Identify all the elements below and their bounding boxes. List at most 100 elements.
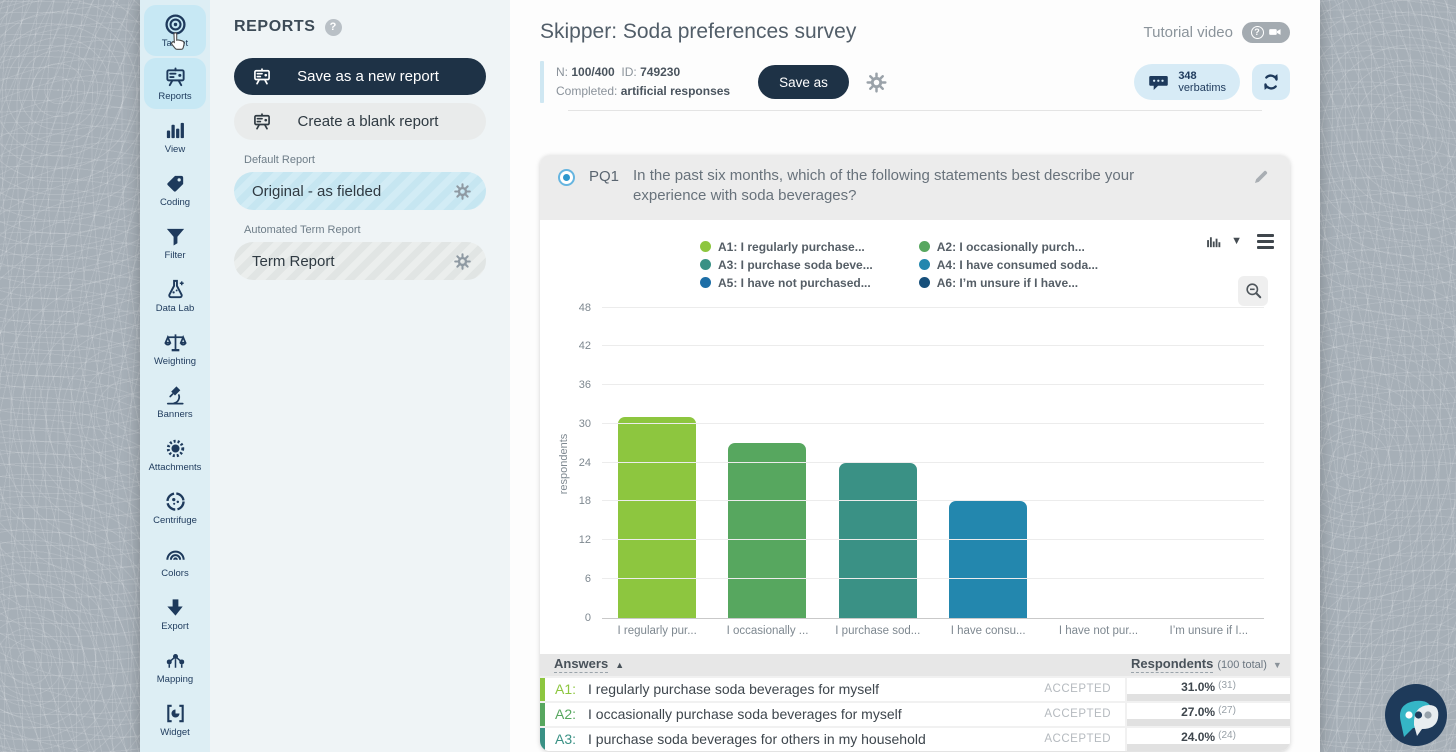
presentation-board-icon — [252, 67, 272, 87]
legend-dot — [700, 277, 711, 288]
legend-dot — [919, 241, 930, 252]
answer-text: I occasionally purchase soda beverages f… — [583, 703, 1044, 726]
legend-item[interactable]: A5: I have not purchased... — [700, 276, 873, 290]
y-axis-label: respondents — [558, 424, 570, 504]
y-axis-tick: 18 — [579, 495, 591, 507]
help-icon[interactable]: ? — [325, 19, 342, 36]
respondents-total: (100 total) — [1217, 659, 1267, 671]
sidebar-item-data-lab[interactable]: Data Lab — [144, 270, 206, 321]
refresh-button[interactable] — [1252, 64, 1290, 100]
sidebar-item-widget[interactable]: Widget — [144, 694, 206, 745]
chart-legend: A1: I regularly purchase... A2: I occasio… — [700, 240, 1098, 290]
gear-icon[interactable] — [865, 71, 888, 94]
legend-dot — [700, 259, 711, 270]
legend-item[interactable]: A2: I occasionally purch... — [919, 240, 1098, 254]
attachments-icon — [164, 437, 187, 460]
answer-text: I purchase soda beverages for others in … — [583, 728, 1044, 751]
icon-sidebar: Target ReportsView Coding FilterData LabWei… — [140, 0, 210, 752]
sidebar-item-target[interactable]: Target — [144, 5, 206, 56]
answers-table-body: A1:I regularly purchase soda beverages f… — [540, 676, 1290, 751]
legend-item[interactable]: A1: I regularly purchase... — [700, 240, 873, 254]
bar-1[interactable] — [618, 417, 696, 617]
sidebar-item-export[interactable]: Export — [144, 588, 206, 639]
x-axis-label: I’m unsure if I... — [1154, 625, 1264, 637]
sidebar-item-filter[interactable]: Filter — [144, 217, 206, 268]
sidebar-item-label: Coding — [160, 197, 190, 208]
verbatims-button[interactable]: 348 verbatims — [1134, 64, 1240, 100]
report-item-original[interactable]: Original - as fielded — [234, 172, 486, 210]
create-blank-report-label: Create a blank report — [288, 113, 448, 130]
gear-icon[interactable] — [453, 252, 472, 271]
sidebar-item-attachments[interactable]: Attachments — [144, 429, 206, 480]
bar-slot — [712, 308, 822, 618]
bar-2[interactable] — [728, 443, 806, 617]
widget-icon — [164, 702, 187, 725]
n-value: 100/400 — [571, 65, 614, 79]
save-as-button[interactable]: Save as — [758, 65, 849, 99]
sidebar-item-label: Target — [162, 38, 188, 49]
view-icon — [164, 119, 187, 142]
tutorial-video-label: Tutorial video — [1144, 24, 1234, 41]
answer-code: A3: — [545, 728, 583, 751]
respondents-column-header[interactable]: Respondents — [1131, 656, 1213, 673]
coding-icon — [164, 172, 187, 195]
edit-pencil-icon[interactable] — [1252, 168, 1270, 186]
respondents-cell: 24.0%(24) — [1125, 728, 1290, 751]
sidebar-item-weighting[interactable]: Weighting — [144, 323, 206, 374]
save-as-new-report-button[interactable]: Save as a new report — [234, 58, 486, 95]
gridline — [602, 345, 1264, 346]
id-label: ID: — [621, 65, 636, 79]
sidebar-item-colors[interactable]: Colors — [144, 535, 206, 586]
respondents-percent: 24.0% — [1181, 730, 1215, 744]
gridline — [602, 307, 1264, 308]
report-item-term-report[interactable]: Term Report — [234, 242, 486, 280]
bar-3[interactable] — [839, 463, 917, 618]
sidebar-item-centrifuge[interactable]: Centrifuge — [144, 482, 206, 533]
report-item-term-report-label: Term Report — [252, 253, 335, 270]
y-axis-tick: 12 — [579, 534, 591, 546]
x-axis-labels: I regularly pur...I occasionally ...I pu… — [602, 625, 1264, 637]
sort-asc-icon[interactable]: ▲ — [615, 660, 624, 670]
tutorial-video-link[interactable]: Tutorial video ? — [1144, 22, 1291, 43]
bars-container — [602, 308, 1264, 618]
table-row[interactable]: A1:I regularly purchase soda beverages f… — [540, 676, 1290, 701]
answer-status: ACCEPTED — [1044, 678, 1125, 701]
export-icon — [164, 596, 187, 619]
legend-label: A5: I have not purchased... — [718, 276, 871, 290]
respondents-count: (27) — [1218, 705, 1236, 716]
legend-item[interactable]: A4: I have consumed soda... — [919, 258, 1098, 272]
save-as-new-report-label: Save as a new report — [288, 68, 448, 85]
gear-icon[interactable] — [453, 182, 472, 201]
respondents-count: (24) — [1218, 730, 1236, 741]
chart-type-icon[interactable] — [1205, 233, 1222, 250]
answers-column-header[interactable]: Answers — [554, 656, 608, 673]
legend-label: A3: I purchase soda beve... — [718, 258, 873, 272]
sidebar-item-view[interactable]: View — [144, 111, 206, 162]
create-blank-report-button[interactable]: Create a blank report — [234, 103, 486, 140]
table-row[interactable]: A3:I purchase soda beverages for others … — [540, 726, 1290, 751]
x-axis-label: I regularly pur... — [602, 625, 712, 637]
gridline — [602, 578, 1264, 579]
sidebar-item-coding[interactable]: Coding — [144, 164, 206, 215]
sidebar-item-mapping[interactable]: Mapping — [144, 641, 206, 692]
legend-item[interactable]: A6: I’m unsure if I have... — [919, 276, 1098, 290]
zoom-out-button[interactable] — [1238, 276, 1268, 306]
tutorial-video-pill[interactable]: ? — [1242, 22, 1290, 43]
table-row[interactable]: A2:I occasionally purchase soda beverage… — [540, 701, 1290, 726]
question-text: In the past six months, which of the fol… — [633, 166, 1208, 207]
chevron-down-icon[interactable]: ▼ — [1231, 235, 1242, 247]
bar-4[interactable] — [949, 501, 1027, 617]
sidebar-item-reports[interactable]: Reports — [144, 58, 206, 109]
gridline — [602, 384, 1264, 385]
legend-item[interactable]: A3: I purchase soda beve... — [700, 258, 873, 272]
x-axis-label: I have consu... — [933, 625, 1043, 637]
legend-label: A4: I have consumed soda... — [937, 258, 1098, 272]
sort-desc-icon[interactable]: ▼ — [1273, 660, 1282, 670]
app-window: Target ReportsView Coding FilterData LabWei… — [140, 0, 1320, 752]
progress-track — [1127, 719, 1290, 726]
chart-menu-icon[interactable] — [1257, 234, 1274, 249]
sidebar-item-banners[interactable]: Banners — [144, 376, 206, 427]
question-radio[interactable] — [558, 169, 575, 186]
bar-slot — [602, 308, 712, 618]
verbatims-count: 348 — [1178, 70, 1226, 82]
